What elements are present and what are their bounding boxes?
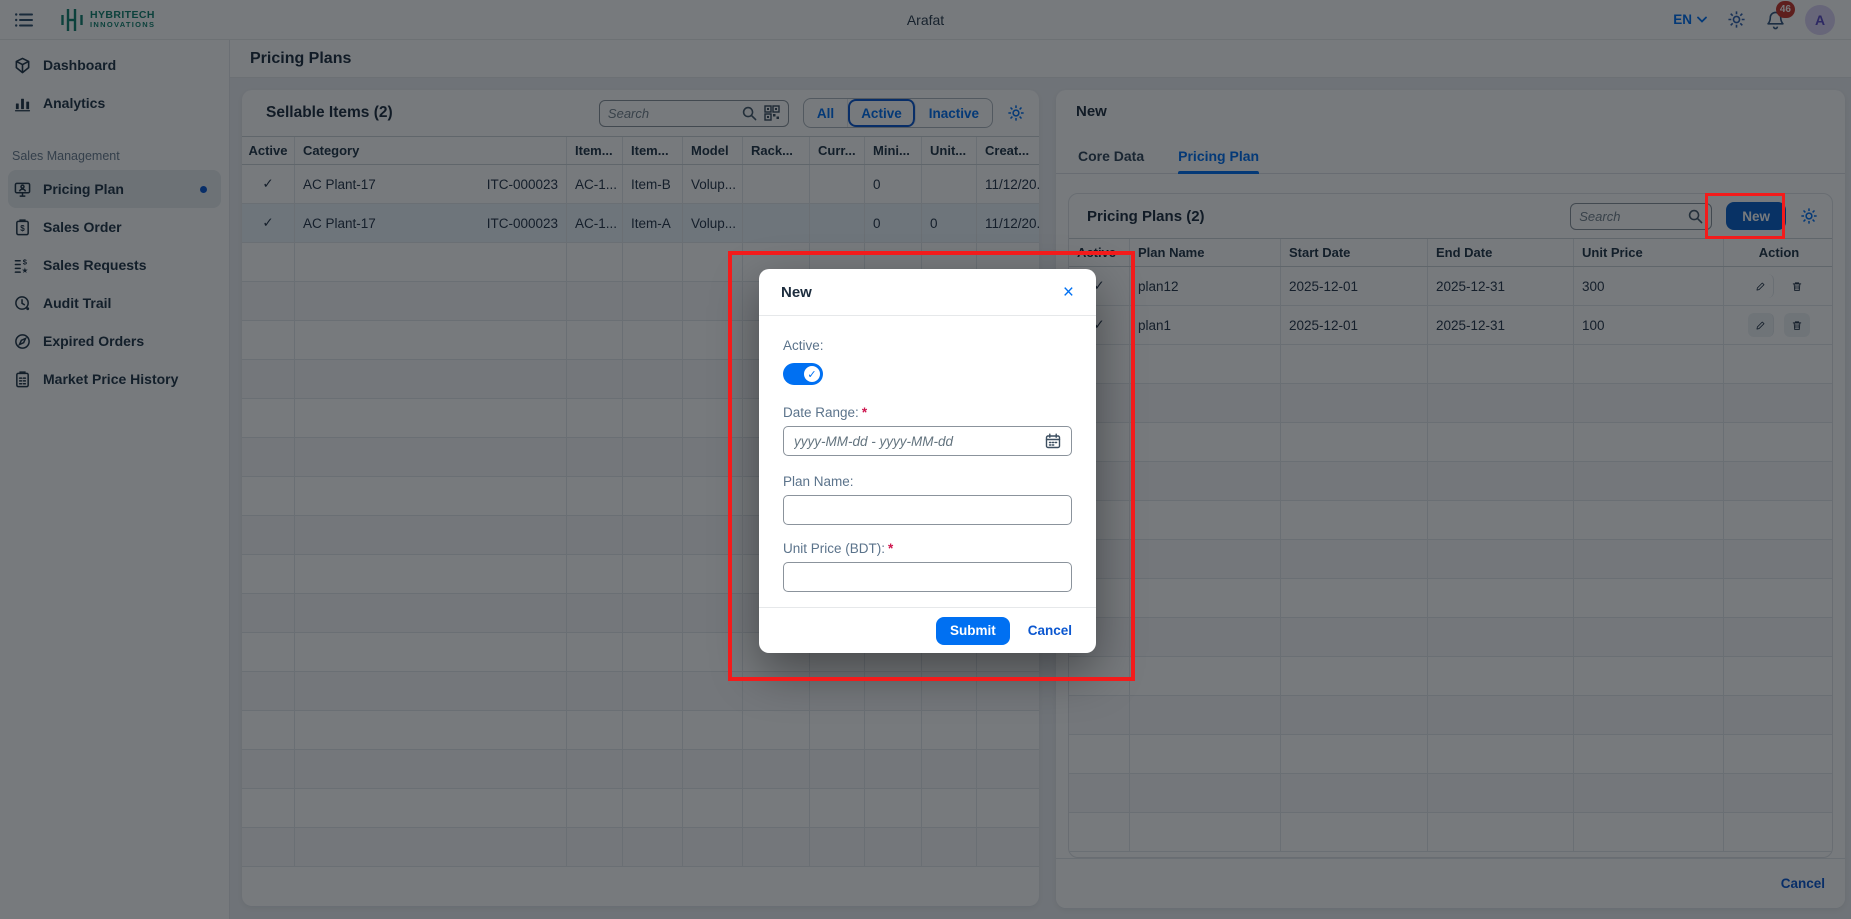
active-field-label: Active:	[783, 338, 824, 353]
dialog-footer: Submit Cancel	[759, 607, 1096, 653]
plan-name-field	[783, 495, 1072, 525]
cancel-button[interactable]: Cancel	[1028, 623, 1072, 638]
unit-price-input[interactable]	[794, 570, 1061, 585]
plan-name-input[interactable]	[794, 503, 1061, 518]
unit-price-field-label: Unit Price (BDT):	[783, 541, 885, 556]
toggle-knob: ✓	[804, 366, 820, 382]
new-pricing-plan-dialog: New × Active: ✓ Date Range: * Plan Name:	[759, 269, 1096, 653]
date-range-input[interactable]	[794, 434, 1039, 449]
close-icon[interactable]: ×	[1063, 283, 1074, 302]
unit-price-field	[783, 562, 1072, 592]
calendar-icon	[1045, 433, 1061, 449]
date-range-field	[783, 426, 1072, 456]
dialog-body: Active: ✓ Date Range: * Plan Name:	[759, 316, 1096, 592]
dialog-header: New ×	[759, 269, 1096, 316]
date-range-field-label: Date Range:	[783, 405, 859, 420]
required-indicator: *	[862, 405, 867, 420]
dialog-title: New	[781, 284, 812, 301]
calendar-picker-button[interactable]	[1045, 433, 1061, 449]
application-window: HYBRITECH INNOVATIONS Arafat EN	[0, 0, 1851, 919]
active-toggle[interactable]: ✓	[783, 363, 823, 385]
required-indicator: *	[888, 541, 893, 556]
plan-name-field-label: Plan Name:	[783, 474, 854, 489]
submit-button[interactable]: Submit	[936, 617, 1010, 645]
